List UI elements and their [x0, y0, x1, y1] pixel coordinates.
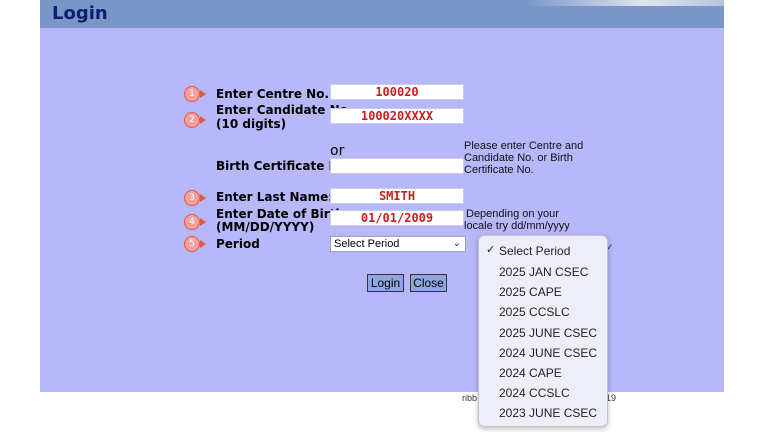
dob-input[interactable]: 01/01/2009 — [330, 210, 464, 226]
candidate-number-input[interactable]: 100020XXXX — [330, 108, 464, 124]
dropdown-option[interactable]: 2023 JUNE CSEC — [499, 406, 597, 420]
footer-text-left: ribb — [462, 393, 478, 403]
dob-label-line2: (MM/DD/YYYY) — [216, 220, 315, 234]
step-marker-4: 4 — [184, 214, 206, 230]
dropdown-option[interactable]: 2025 CCSLC — [499, 305, 570, 319]
lastname-input[interactable]: SMITH — [330, 188, 464, 204]
birth-certificate-input[interactable] — [330, 158, 464, 174]
dob-help-line1: Depending on your — [466, 208, 559, 220]
header-bar: Login — [40, 0, 724, 28]
period-label: Period — [216, 237, 260, 251]
dropdown-option[interactable]: 2024 CAPE — [499, 366, 562, 380]
dropdown-option[interactable]: 2025 CAPE — [499, 285, 562, 299]
step-marker-3: 3 — [184, 190, 206, 206]
login-button[interactable]: Login — [367, 274, 404, 292]
dropdown-option[interactable]: 2025 JAN CSEC — [499, 265, 588, 279]
help-text-line2: Candidate No. or Birth — [464, 152, 573, 164]
centre-label: Enter Centre No. — [216, 87, 330, 101]
or-separator: or — [330, 143, 345, 159]
checkmark-icon: ✓ — [486, 244, 496, 256]
help-text-line1: Please enter Centre and — [464, 140, 584, 152]
dropdown-option[interactable]: 2025 JUNE CSEC — [499, 326, 597, 340]
close-button[interactable]: Close — [410, 274, 447, 292]
lastname-label: Enter Last Name: — [216, 190, 334, 204]
period-select[interactable]: Select Period ⌄ — [330, 236, 466, 252]
step-marker-2: 2 — [184, 112, 206, 128]
dropdown-option[interactable]: 2024 CCSLC — [499, 386, 570, 400]
step-marker-5: 5 — [184, 236, 206, 252]
step-marker-1: 1 — [184, 86, 206, 102]
chevron-down-icon: ⌄ — [452, 238, 461, 249]
period-dropdown-menu: ✓ Select Period 2025 JAN CSEC 2025 CAPE … — [478, 235, 608, 427]
candidate-label-line2: (10 digits) — [216, 117, 287, 131]
page-title: Login — [52, 3, 108, 24]
dob-help-line2: locale try dd/mm/yyyy — [464, 220, 570, 232]
dropdown-option[interactable]: Select Period — [499, 244, 570, 258]
header-decoration — [524, 0, 724, 6]
centre-number-input[interactable]: 100020 — [330, 84, 464, 100]
help-text-line3: Certificate No. — [464, 164, 534, 176]
period-select-value: Select Period — [334, 238, 400, 250]
dropdown-option[interactable]: 2024 JUNE CSEC — [499, 346, 597, 360]
